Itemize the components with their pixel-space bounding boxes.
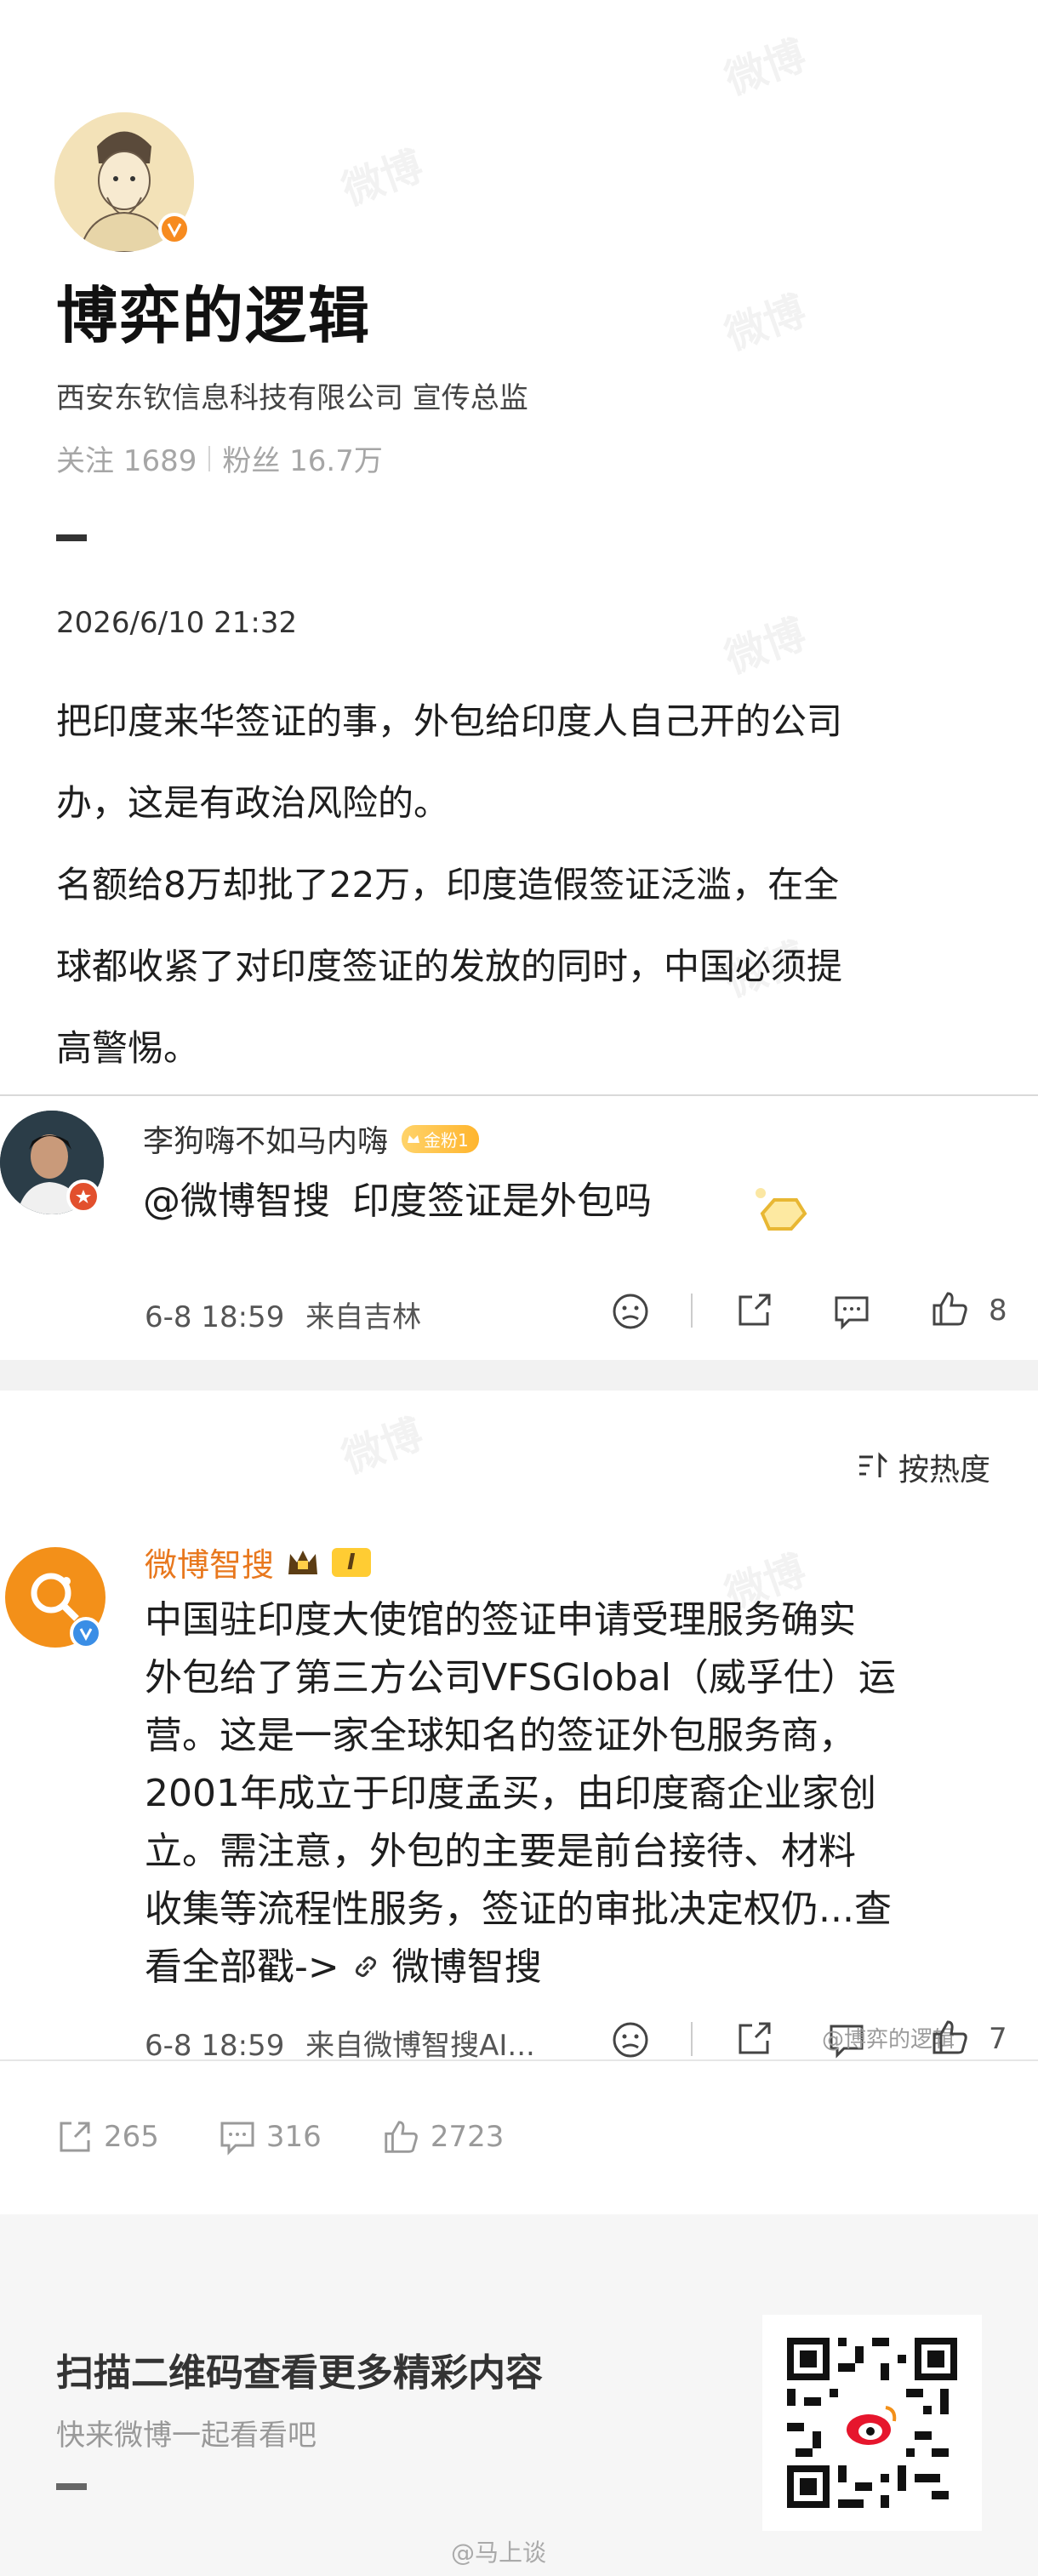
level-badge: I	[332, 1547, 371, 1577]
sort-label: 按热度	[898, 1453, 991, 1488]
qr-subtitle: 快来微博一起看看吧	[56, 2419, 317, 2453]
comment-icon	[220, 2122, 254, 2156]
like-icon[interactable]	[927, 1287, 972, 1331]
reply-more-text: 看全部戳->	[145, 1945, 339, 1989]
dislike-icon[interactable]	[609, 2019, 652, 2061]
reply-body: 中国驻印度大使馆的签证申请受理服务确实 外包给了第三方公司VFSGlobal（威…	[145, 1591, 1021, 1998]
reply-line: 收集等流程性服务，签证的审批决定权仍...查	[145, 1888, 892, 1931]
divider	[56, 534, 87, 541]
post-line: 高警惕。	[56, 1027, 200, 1069]
reply-last-line: 看全部戳-> 微博智搜	[145, 1939, 1021, 1998]
like-stat[interactable]: 2723	[381, 2117, 505, 2156]
divider	[56, 2483, 87, 2490]
verified-badge-icon	[70, 1617, 102, 1649]
profile-stats: 关注 1689 粉丝 16.7万	[56, 437, 383, 479]
sort-button[interactable]: 按热度	[856, 1445, 990, 1489]
dislike-icon[interactable]	[609, 1290, 652, 1333]
like-icon	[385, 2121, 418, 2153]
repost-icon	[60, 2122, 90, 2152]
comment-header: 李狗嗨不如马内嗨 金粉1	[143, 1117, 479, 1161]
post-stats: 265 316 2723	[56, 2117, 504, 2156]
reply-line: 营。这是一家全球知名的签证外包服务商，	[145, 1714, 856, 1757]
fans-count: 16.7万	[289, 444, 383, 478]
reply-source: 来自微博智搜AI...	[305, 2029, 535, 2063]
sort-icon	[859, 1452, 888, 1477]
comment-text: @微博智搜 印度签证是外包吗	[143, 1170, 652, 1225]
fans-stat[interactable]: 粉丝 16.7万	[222, 437, 383, 479]
fan-badge-label: 金粉1	[424, 1129, 469, 1151]
section-divider	[0, 1360, 1038, 1391]
crown-icon	[408, 1135, 420, 1143]
watermark-text: 微博	[719, 286, 813, 360]
post-timestamp: 2026/6/10 21:32	[56, 606, 298, 640]
reply-meta: 6-8 18:59 来自微博智搜AI...	[145, 2022, 535, 2064]
like-icon[interactable]	[927, 2015, 972, 2059]
post-line: 把印度来华签证的事，外包给印度人自己开的公司	[56, 700, 843, 742]
post-line: 名额给8万却批了22万，印度造假签证泛滥，在全	[56, 864, 840, 905]
fans-label: 粉丝	[222, 444, 281, 478]
divider	[208, 445, 211, 471]
tag-icon	[749, 1185, 808, 1234]
comment-like-count: 8	[989, 1294, 1007, 1328]
following-label: 关注	[56, 444, 114, 478]
divider	[0, 2059, 1038, 2061]
crown-icon	[288, 1550, 318, 1574]
commenter-name[interactable]: 李狗嗨不如马内嗨	[143, 1117, 388, 1161]
following-count: 1689	[123, 444, 197, 478]
qr-code-icon	[787, 2338, 957, 2508]
comment-count: 316	[265, 2120, 322, 2154]
reply-time: 6-8 18:59	[145, 2029, 285, 2063]
post-line: 办，这是有政治风险的。	[56, 782, 450, 824]
watermark-text: 微博	[336, 141, 430, 215]
reply-line: 2001年成立于印度孟买，由印度裔企业家创	[145, 1772, 876, 1815]
repost-count: 265	[104, 2120, 159, 2154]
comment-body: 印度签证是外包吗	[352, 1179, 652, 1223]
like-count: 2723	[430, 2120, 505, 2154]
profile-name: 博弈的逻辑	[56, 280, 372, 351]
watermark-text: 微博	[719, 609, 813, 683]
verified-badge-icon	[158, 213, 191, 245]
bottom-watermark: @马上谈	[451, 2539, 547, 2567]
reply-like-count: 7	[989, 2022, 1007, 2056]
qr-code[interactable]	[762, 2315, 982, 2531]
watermark-text: 微博	[719, 31, 813, 105]
comment-icon[interactable]	[830, 1290, 873, 1333]
repost-stat[interactable]: 265	[56, 2118, 159, 2156]
reply-username[interactable]: 微博智搜	[145, 1539, 274, 1585]
search-icon	[31, 1573, 79, 1621]
member-badge-icon	[66, 1179, 100, 1214]
reply-line: 中国驻印度大使馆的签证申请受理服务确实	[145, 1598, 856, 1642]
post-line: 球都收紧了对印度签证的发放的同时，中国必须提	[56, 945, 843, 987]
following-stat[interactable]: 关注 1689	[56, 437, 197, 479]
mention-link[interactable]: @微博智搜	[143, 1179, 330, 1223]
qr-title: 扫描二维码查看更多精彩内容	[56, 2351, 543, 2395]
divider	[691, 2022, 693, 2056]
post-body: 把印度来华签证的事，外包给印度人自己开的公司 办，这是有政治风险的。 名额给8万…	[56, 681, 1001, 1089]
divider	[691, 1294, 693, 1328]
comment-meta: 6-8 18:59 来自吉林	[145, 1294, 421, 1335]
divider	[0, 1094, 1038, 1096]
comment-stat[interactable]: 316	[219, 2118, 322, 2156]
comment-time: 6-8 18:59	[145, 1300, 285, 1334]
profile-company: 西安东钦信息科技有限公司 宣传总监	[56, 381, 528, 415]
reply-line: 外包给了第三方公司VFSGlobal（威孚仕）运	[145, 1656, 896, 1699]
reply-line: 立。需注意，外包的主要是前台接待、材料	[145, 1830, 856, 1873]
share-icon[interactable]	[733, 1288, 776, 1331]
link-icon	[351, 1940, 380, 1998]
fan-badge: 金粉1	[402, 1124, 479, 1153]
share-icon[interactable]	[733, 2017, 776, 2059]
reply-header: 微博智搜 I	[145, 1539, 371, 1585]
comment-source: 来自吉林	[305, 1300, 422, 1334]
watermark-text: 微博	[336, 1409, 430, 1483]
reply-link[interactable]: 微博智搜	[392, 1945, 542, 1989]
